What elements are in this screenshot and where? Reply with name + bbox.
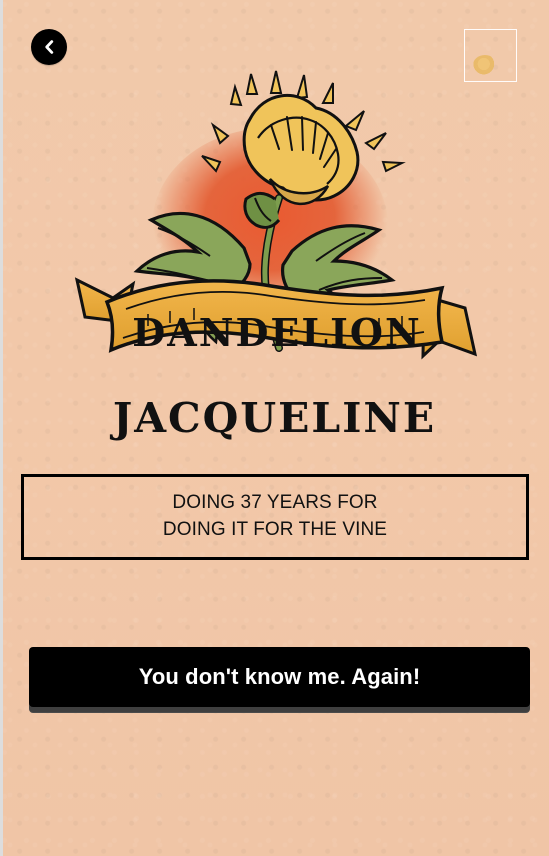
sentence-line-2: DOING IT FOR THE VINE [162,519,388,540]
dandelion-illustration: DANDELION [74,70,478,360]
sentence-box: DOING 37 YEARS FOR DOING IT FOR THE VINE [21,474,529,560]
player-name: JACQUELINE [112,394,437,442]
again-button[interactable]: You don't know me. Again! [29,647,530,707]
sentence-line-1: DOING 37 YEARS FOR [172,492,378,514]
banner-title: DANDELION [132,310,421,355]
button-shadow [29,707,530,713]
chevron-left-icon [45,40,54,54]
back-button[interactable] [31,29,67,65]
